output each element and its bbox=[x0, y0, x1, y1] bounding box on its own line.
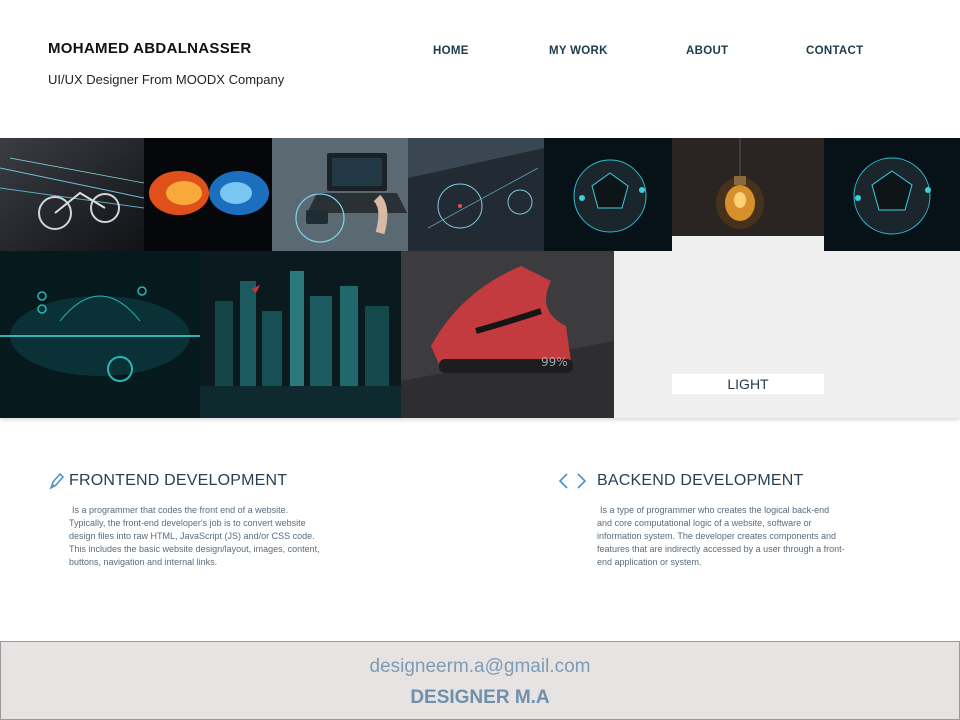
frontend-line: design files into raw HTML, JavaScript (… bbox=[69, 531, 315, 541]
frontend-description: Is a programmer that codes the front end… bbox=[69, 504, 339, 569]
frontend-line: Typically, the front-end developer's job… bbox=[69, 518, 306, 528]
gallery-image-digital-city[interactable] bbox=[200, 251, 401, 418]
backend-line: end application or system. bbox=[597, 557, 702, 567]
frontend-line: This includes the basic website design/l… bbox=[69, 544, 320, 554]
pen-icon bbox=[49, 472, 64, 490]
gallery-image-fire-ice[interactable] bbox=[144, 138, 272, 251]
gallery-image-tunnel-bike[interactable] bbox=[0, 138, 144, 251]
portfolio-gallery: LIGHT 99% bbox=[0, 138, 960, 418]
gallery-image-tech-sphere[interactable] bbox=[544, 138, 672, 251]
nav-home[interactable]: HOME bbox=[433, 45, 469, 57]
backend-title: BACKEND DEVELOPMENT bbox=[597, 472, 804, 489]
backend-description: Is a type of programmer who creates the … bbox=[597, 504, 867, 569]
frontend-line: buttons, navigation and internal links. bbox=[69, 557, 218, 567]
footer-designer-name: DESIGNER M.A bbox=[410, 687, 550, 708]
frontend-line: Is a programmer that codes the front end… bbox=[72, 505, 289, 515]
gallery-image-light-bulb[interactable] bbox=[672, 138, 824, 236]
code-brackets-icon bbox=[558, 473, 587, 489]
gallery-image-tech-sphere-2[interactable] bbox=[824, 138, 960, 251]
frontend-title: FRONTEND DEVELOPMENT bbox=[69, 472, 288, 489]
backend-line: and core computational logic of a websit… bbox=[597, 518, 812, 528]
gallery-image-holo-map[interactable] bbox=[408, 138, 544, 251]
gallery-image-laptop-hud[interactable] bbox=[272, 138, 408, 251]
backend-line: Is a type of programmer who creates the … bbox=[600, 505, 830, 515]
gallery-image-sneaker[interactable]: 99% bbox=[401, 251, 614, 418]
site-header: MOHAMED ABDALNASSER UI/UX Designer From … bbox=[0, 0, 960, 138]
brand-subtitle: UI/UX Designer From MOODX Company bbox=[48, 72, 285, 87]
gallery-image-hud-circle[interactable] bbox=[0, 251, 200, 418]
site-footer: designeerm.a@gmail.com DESIGNER M.A bbox=[0, 641, 960, 720]
backend-line: information system. The developer create… bbox=[597, 531, 836, 541]
nav-about[interactable]: ABOUT bbox=[686, 45, 728, 57]
backend-line: features that are indirectly accessed by… bbox=[597, 544, 845, 554]
brand-name: MOHAMED ABDALNASSER bbox=[48, 40, 252, 57]
nav-my-work[interactable]: MY WORK bbox=[549, 45, 608, 57]
footer-email-link[interactable]: designeerm.a@gmail.com bbox=[1, 656, 959, 678]
nav-contact[interactable]: CONTACT bbox=[806, 45, 863, 57]
svg-text:99%: 99% bbox=[541, 355, 568, 369]
gallery-caption-light: LIGHT bbox=[672, 374, 824, 394]
